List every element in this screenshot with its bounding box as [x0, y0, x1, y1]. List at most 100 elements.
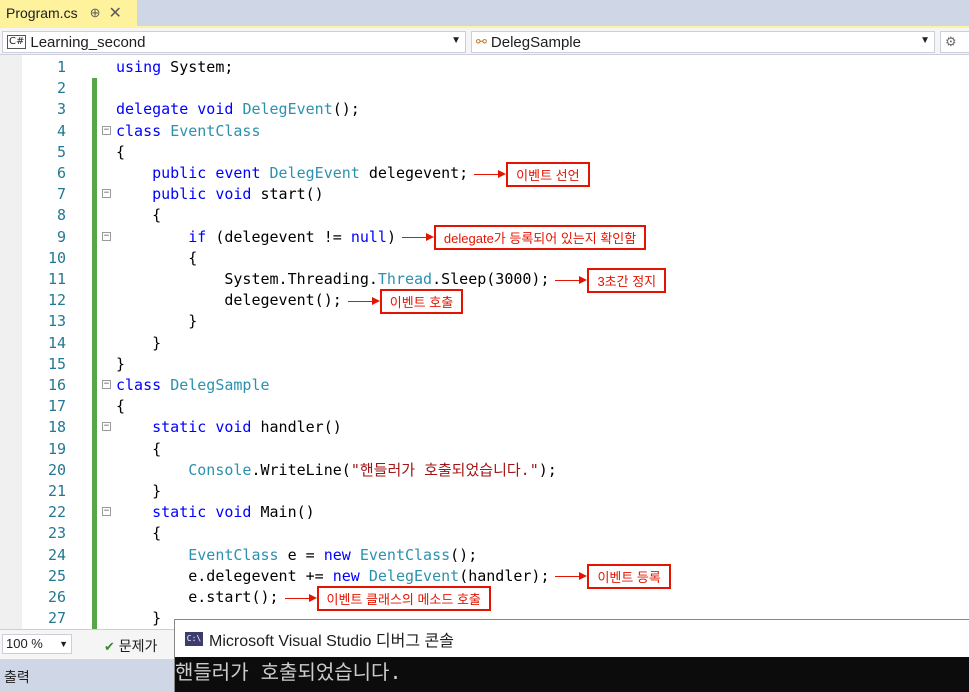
chevron-down-icon[interactable]: ▼: [59, 635, 68, 653]
line-number: 12: [47, 291, 66, 310]
code-line[interactable]: 3 delegate void DelegEvent();: [0, 99, 969, 121]
collapse-icon[interactable]: −: [102, 380, 111, 389]
code-line[interactable]: 21 }: [0, 481, 969, 503]
change-indicator: [92, 608, 97, 629]
code-text: {: [116, 248, 198, 267]
line-number: 1: [56, 58, 66, 76]
code-line[interactable]: 17 {: [0, 396, 969, 418]
code-line[interactable]: 11 System.Threading.Thread.Sleep(3000);: [0, 269, 969, 291]
code-line[interactable]: 25 e.delegevent += new DelegEvent(handle…: [0, 565, 969, 587]
change-indicator: [92, 459, 97, 481]
pin-icon[interactable]: ⊕: [90, 5, 101, 21]
change-indicator: [92, 247, 97, 269]
line-number: 13: [47, 312, 66, 331]
tab-title: Program.cs: [6, 5, 78, 21]
code-text: {: [116, 206, 162, 225]
collapse-icon[interactable]: −: [102, 507, 111, 517]
line-number: 5: [56, 142, 66, 161]
code-line[interactable]: 23 {: [0, 523, 969, 545]
code-line[interactable]: 5{: [0, 141, 969, 163]
code-line[interactable]: 16 − class DelegSample: [0, 375, 969, 397]
change-indicator: [92, 226, 97, 248]
chevron-down-icon[interactable]: ▼: [451, 35, 461, 46]
console-title-bar[interactable]: C:\ Microsoft Visual Studio 디버그 콘솔: [175, 620, 969, 657]
code-line[interactable]: 1 using System;: [0, 57, 969, 78]
code-line[interactable]: 2: [0, 78, 969, 100]
annotation-arrow: [555, 572, 588, 581]
collapse-icon[interactable]: −: [102, 422, 111, 432]
line-number: 19: [47, 439, 66, 458]
collapse-icon[interactable]: −: [102, 231, 111, 241]
code-text: Console.WriteLine("핸들러가 호출되었습니다.");: [188, 460, 557, 479]
line-number: 2: [56, 79, 66, 98]
console-icon: C:\: [185, 631, 203, 646]
zoom-level: 100 %: [6, 636, 43, 651]
zoom-dropdown[interactable]: 100 % ▼: [2, 634, 72, 654]
change-indicator: [92, 565, 97, 587]
line-number: 9: [56, 227, 66, 246]
code-line[interactable]: 19 {: [0, 438, 969, 460]
class-icon: ⚯: [476, 34, 487, 49]
code-line[interactable]: 7 − public void start(): [0, 184, 969, 206]
code-line[interactable]: 14 }: [0, 332, 969, 354]
navigation-bar: C# Learning_second ▼ ⚯ DelegSample ▼ ⚙: [0, 26, 969, 55]
problems-indicator[interactable]: ✔ 문제가: [104, 636, 157, 656]
chevron-down-icon[interactable]: ▼: [920, 35, 930, 46]
code-text: }: [116, 312, 198, 331]
output-tab[interactable]: 출력: [4, 667, 30, 687]
code-line[interactable]: 24 EventClass e = new EventClass();: [0, 544, 969, 566]
console-output: 핸들러가 호출되었습니다.: [175, 660, 402, 684]
change-indicator: [92, 99, 97, 121]
debug-console-window[interactable]: C:\ Microsoft Visual Studio 디버그 콘솔 핸들러가 …: [174, 619, 969, 692]
collapse-icon[interactable]: −: [102, 125, 111, 135]
code-text: e.start();: [116, 588, 279, 606]
change-indicator: [92, 544, 97, 566]
collapse-icon[interactable]: −: [102, 189, 111, 199]
member-dropdown[interactable]: ⚙: [940, 31, 969, 53]
member-icon: ⚙: [945, 34, 957, 49]
code-line[interactable]: 15}: [0, 353, 969, 375]
code-text: static void Main(): [152, 503, 315, 522]
csharp-project-icon: C#: [7, 35, 27, 49]
code-text: }: [116, 609, 162, 628]
project-name: Learning_second: [30, 33, 146, 51]
tab-program-cs[interactable]: Program.cs ⊕ ✕: [0, 0, 137, 26]
code-text: }: [116, 482, 162, 500]
close-icon[interactable]: ✕: [108, 3, 121, 23]
code-line[interactable]: 13 }: [0, 311, 969, 333]
code-line[interactable]: 4 − class EventClass: [0, 120, 969, 142]
code-text: }: [116, 354, 126, 373]
line-number: 21: [47, 482, 66, 500]
change-indicator: [92, 375, 97, 397]
change-indicator: [92, 523, 97, 545]
line-number: 24: [47, 545, 66, 564]
line-number: 20: [47, 460, 66, 479]
line-number: 25: [47, 566, 66, 585]
change-indicator: [92, 184, 97, 206]
annotation-arrow: [401, 233, 434, 242]
line-number: 3: [56, 100, 66, 119]
annotation-arrow: [474, 169, 507, 178]
project-dropdown[interactable]: C# Learning_second ▼: [2, 31, 466, 53]
code-text: delegevent();: [116, 291, 342, 310]
change-indicator: [92, 438, 97, 460]
line-number: 14: [47, 333, 66, 352]
code-line[interactable]: 12 delegevent();: [0, 290, 969, 312]
change-indicator: [92, 353, 97, 375]
problems-label: 문제가: [118, 638, 158, 654]
line-number: 15: [47, 354, 66, 373]
change-indicator: [92, 481, 97, 503]
code-line[interactable]: 10 {: [0, 247, 969, 269]
line-number: 22: [47, 503, 66, 522]
code-line[interactable]: 22 − static void Main(): [0, 502, 969, 524]
code-editor[interactable]: 1 using System; 2 3 delegate void DelegEvent…: [0, 55, 969, 629]
check-circle-icon: ✔: [104, 639, 115, 654]
code-line[interactable]: 20 Console.WriteLine("핸들러가 호출되었습니다.");: [0, 459, 969, 481]
code-line[interactable]: 18 − static void handler(): [0, 417, 969, 439]
line-number: 6: [56, 164, 66, 182]
annotation-label: delegate가 등록되어 있는지 확인함: [433, 225, 647, 251]
code-text: e.delegevent += new DelegEvent(handler);: [116, 566, 550, 585]
class-dropdown[interactable]: ⚯ DelegSample ▼: [471, 31, 935, 53]
line-number: 11: [47, 270, 66, 288]
code-line[interactable]: 8 {: [0, 205, 969, 227]
